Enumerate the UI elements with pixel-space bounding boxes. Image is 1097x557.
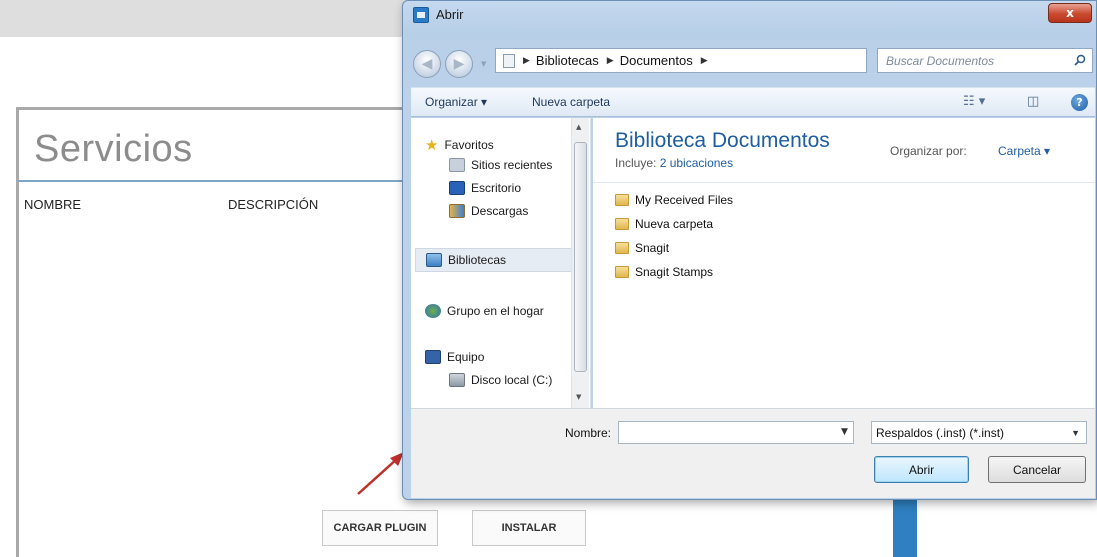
dialog-footer: Nombre: ▼ Respaldos (.inst) (*.inst) ▼ A… [411, 408, 1095, 498]
computer-icon [425, 350, 441, 364]
filename-input[interactable] [618, 421, 854, 444]
scroll-down-icon[interactable]: ▼ [576, 393, 581, 401]
back-button[interactable]: ◀ [413, 50, 441, 78]
file-name: Snagit Stamps [635, 265, 714, 279]
sidebar-item-computer[interactable]: Equipo [425, 350, 484, 364]
list-item[interactable]: Snagit [615, 241, 669, 255]
folder-icon [615, 266, 629, 278]
address-location-icon [503, 53, 515, 68]
header-divider [593, 182, 1095, 183]
page-title: Servicios [34, 128, 193, 170]
downloads-icon [449, 204, 465, 218]
help-icon[interactable]: ? [1071, 94, 1088, 111]
screen: Servicios NOMBRE DESCRIPCIÓN CARGAR PLUG… [0, 0, 1097, 557]
breadcrumb-arrow-icon[interactable]: ▶ [523, 55, 530, 66]
list-item[interactable]: Snagit Stamps [615, 265, 713, 279]
blue-window-edge [893, 495, 917, 557]
sidebar-item-favorites[interactable]: ★ Favoritos [425, 136, 494, 154]
dialog-titlebar[interactable]: Abrir x [403, 1, 1096, 29]
preview-pane-icon[interactable]: ◫ [1027, 94, 1039, 109]
load-plugin-button[interactable]: CARGAR PLUGIN [322, 510, 438, 546]
file-name: My Received Files [635, 193, 734, 207]
includes-locations-link[interactable]: 2 ubicaciones [660, 156, 733, 170]
includes-label: Incluye: [615, 156, 657, 170]
navigation-bar: ◀ ▶ ▼ ▶Bibliotecas ▶Documentos ▶ ▼ ↻ Bus… [413, 46, 1093, 78]
sidebar-item-label: Sitios recientes [471, 158, 553, 172]
sidebar-item-label: Descargas [471, 204, 529, 218]
breadcrumb-documents[interactable]: Documentos [620, 53, 693, 68]
dialog-title: Abrir [436, 7, 464, 22]
search-icon[interactable] [1074, 54, 1086, 66]
command-toolbar: Organizar ▾ Nueva carpeta ☷ ▾ ◫ ? [411, 87, 1095, 117]
install-button[interactable]: INSTALAR [472, 510, 586, 546]
chevron-down-icon: ▼ [1071, 428, 1080, 438]
address-bar[interactable]: ▶Bibliotecas ▶Documentos ▶ ▼ ↻ [495, 48, 936, 73]
dialog-app-icon [413, 7, 429, 23]
sidebar-item-local-disk[interactable]: Disco local (C:) [449, 373, 552, 387]
arrange-by-dropdown[interactable]: Carpeta ▾ [998, 144, 1050, 158]
folder-icon [615, 194, 629, 206]
file-name: Snagit [635, 241, 670, 255]
filename-dropdown-icon[interactable]: ▼ [841, 427, 848, 437]
folder-icon [615, 242, 629, 254]
scroll-up-icon[interactable]: ▲ [576, 123, 581, 131]
sidebar-item-label: Bibliotecas [448, 253, 507, 267]
sidebar-item-label: Disco local (C:) [471, 373, 553, 387]
folder-icon [615, 218, 629, 230]
scroll-thumb[interactable] [574, 142, 587, 372]
sidebar-item-label: Favoritos [444, 138, 494, 152]
close-button[interactable]: x [1048, 3, 1092, 23]
open-button[interactable]: Abrir [874, 456, 969, 483]
breadcrumb-arrow-icon[interactable]: ▶ [701, 55, 708, 66]
library-title: Biblioteca Documentos [615, 129, 830, 152]
sidebar-item-label: Equipo [447, 350, 485, 364]
sidebar-scrollbar[interactable]: ▲ ▼ [571, 118, 589, 408]
list-item[interactable]: My Received Files [615, 193, 733, 207]
libraries-icon [426, 253, 442, 267]
list-item[interactable]: Nueva carpeta [615, 217, 713, 231]
sidebar-item-libraries[interactable]: Bibliotecas [415, 248, 573, 272]
history-dropdown-icon[interactable]: ▼ [481, 60, 486, 68]
open-file-dialog: Abrir x ◀ ▶ ▼ ▶ Bibliotecas ▶ Documentos ▶… [402, 0, 1097, 500]
file-type-value: Respaldos (.inst) (*.inst) [876, 425, 1005, 440]
search-placeholder: Buscar Documentos [886, 53, 995, 68]
file-list-pane: Biblioteca Documentos Incluye: 2 ubicaci… [593, 118, 1095, 408]
filename-label: Nombre: [565, 426, 612, 440]
column-header-description[interactable]: DESCRIPCIÓN [228, 197, 318, 212]
navigation-pane: ★ Favoritos Sitios recientes Escritorio D… [411, 118, 591, 408]
file-name: Nueva carpeta [635, 217, 714, 231]
sidebar-item-label: Escritorio [471, 181, 522, 195]
organize-menu[interactable]: Organizar ▾ [425, 95, 487, 109]
forward-button[interactable]: ▶ [445, 50, 473, 78]
recent-places-icon [449, 158, 465, 172]
sidebar-item-recent[interactable]: Sitios recientes [449, 158, 552, 172]
back-arrow-icon: ◀ [421, 56, 433, 72]
sidebar-item-label: Grupo en el hogar [447, 304, 544, 318]
view-options-icon[interactable]: ☷ ▾ [963, 94, 985, 109]
column-header-name[interactable]: NOMBRE [24, 197, 81, 212]
sidebar-item-desktop[interactable]: Escritorio [449, 181, 521, 195]
new-folder-button[interactable]: Nueva carpeta [532, 95, 610, 109]
homegroup-icon [425, 304, 441, 318]
arrange-by-label: Organizar por: [890, 144, 967, 158]
cancel-button[interactable]: Cancelar [988, 456, 1086, 483]
local-disk-icon [449, 373, 465, 387]
sidebar-item-downloads[interactable]: Descargas [449, 204, 528, 218]
sidebar-item-homegroup[interactable]: Grupo en el hogar [425, 304, 544, 318]
breadcrumb-arrow-icon[interactable]: ▶ [607, 55, 614, 66]
forward-arrow-icon: ▶ [453, 56, 465, 72]
search-input[interactable]: Buscar Documentos [877, 48, 1093, 73]
desktop-icon [449, 181, 465, 195]
library-includes: Incluye: 2 ubicaciones [615, 156, 733, 170]
breadcrumb-libraries[interactable]: Bibliotecas [536, 53, 599, 68]
star-icon: ★ [425, 137, 439, 154]
file-type-select[interactable]: Respaldos (.inst) (*.inst) ▼ [871, 421, 1087, 444]
title-divider [18, 180, 418, 182]
